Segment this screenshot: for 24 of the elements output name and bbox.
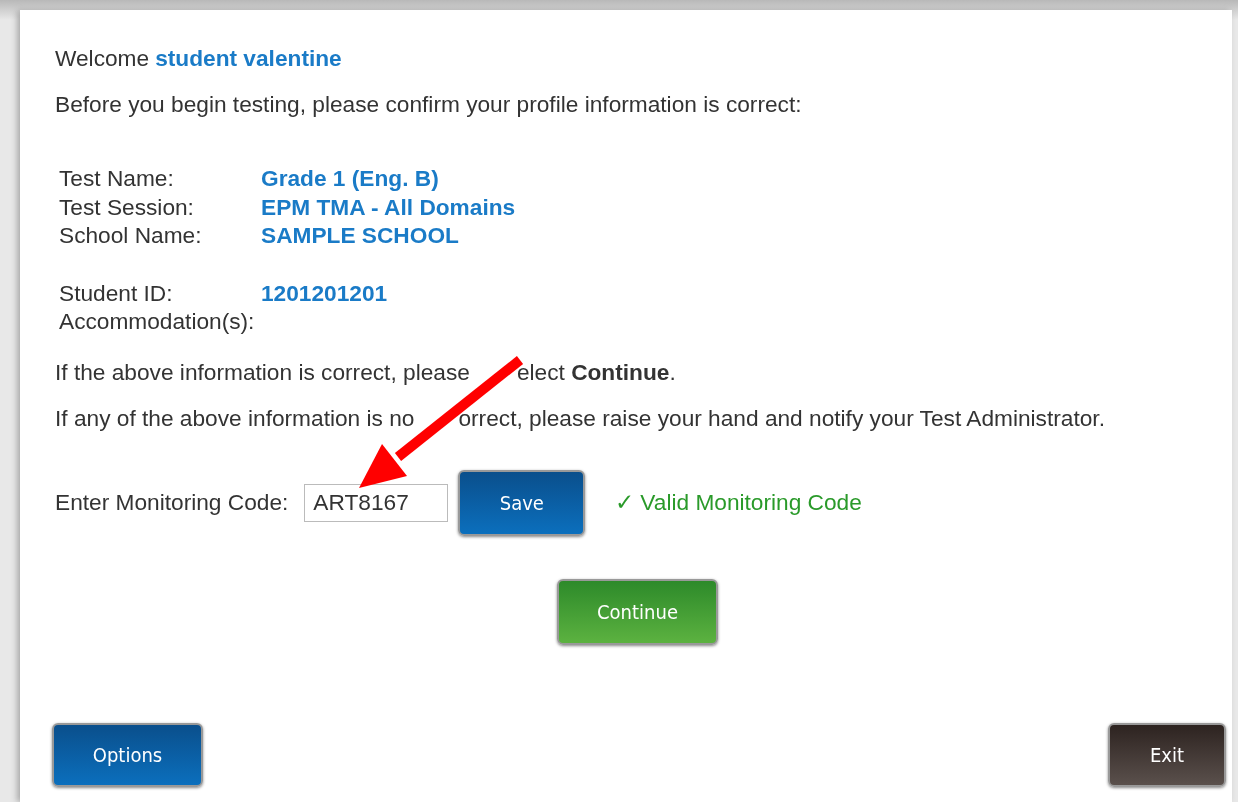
intro-text: Before you begin testing, please confirm your profile information is correct: — [55, 90, 803, 118]
save-button[interactable]: Save — [458, 469, 586, 536]
instruction-text: If any of the above information is no — [55, 403, 415, 432]
field-label: Accommodation(s): — [59, 307, 256, 336]
field-value: EPM TMA - All Domains — [261, 192, 516, 221]
field-label: Test Name: — [59, 164, 175, 193]
exit-button[interactable]: Exit — [1108, 723, 1226, 787]
field-label: Student ID: — [59, 278, 174, 307]
field-value: Grade 1 (Eng. B) — [261, 164, 439, 193]
field-label: School Name: — [59, 221, 203, 250]
field-label: Test Session: — [59, 192, 195, 221]
status-text: Valid Monitoring Code — [640, 489, 862, 516]
instruction-text: If the above information is correct, please — [55, 357, 470, 386]
welcome-text: Welcome — [55, 44, 150, 72]
field-value: SAMPLE SCHOOL — [261, 221, 459, 250]
options-button[interactable]: Options — [52, 723, 203, 787]
check-icon: ✓ — [615, 489, 635, 516]
code-input[interactable]: ART8167 — [304, 483, 449, 522]
field-value: 1201201201 — [261, 278, 388, 307]
student-name: student valentine — [155, 44, 342, 72]
continue-button[interactable]: Continue — [557, 578, 718, 645]
code-label: Enter Monitoring Code: — [55, 489, 289, 516]
instruction-text: elect Continue. — [516, 357, 676, 386]
instruction-text: orrect, please raise your hand and notify your Test Administrator. — [458, 403, 1105, 432]
